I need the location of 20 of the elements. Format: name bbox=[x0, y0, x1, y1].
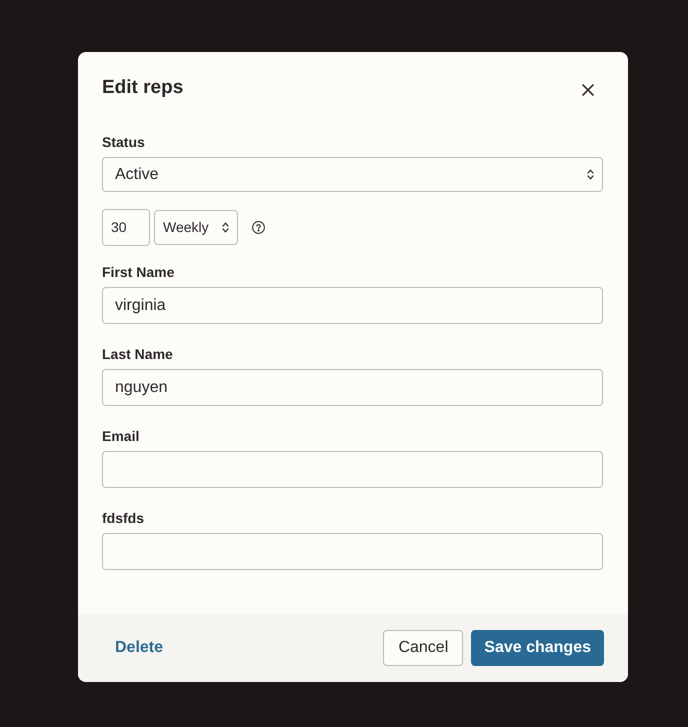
text-input[interactable] bbox=[102, 533, 603, 570]
field-label: First Name bbox=[102, 264, 176, 281]
text-input[interactable]: nguyen bbox=[102, 369, 603, 406]
up-down-chevron-icon bbox=[222, 222, 229, 233]
save-button[interactable]: Save changes bbox=[471, 630, 604, 666]
close-icon bbox=[582, 84, 594, 96]
dialog-title: Edit reps bbox=[102, 76, 184, 100]
text-input[interactable] bbox=[102, 451, 603, 488]
text-input[interactable]: virginia bbox=[102, 287, 603, 324]
field-label: Last Name bbox=[102, 346, 174, 363]
cancel-button[interactable]: Cancel bbox=[383, 630, 464, 666]
up-down-chevron-icon bbox=[587, 169, 594, 180]
field-label: Status bbox=[102, 134, 146, 151]
help-icon[interactable] bbox=[252, 221, 265, 234]
delete-link[interactable]: Delete bbox=[115, 636, 164, 660]
period-select[interactable]: Weekly bbox=[154, 210, 238, 245]
field-label: Email bbox=[102, 428, 140, 445]
count-input[interactable]: 30 bbox=[102, 209, 150, 246]
status-select[interactable]: Active bbox=[102, 157, 603, 192]
field-label: fdsfds bbox=[102, 510, 145, 527]
